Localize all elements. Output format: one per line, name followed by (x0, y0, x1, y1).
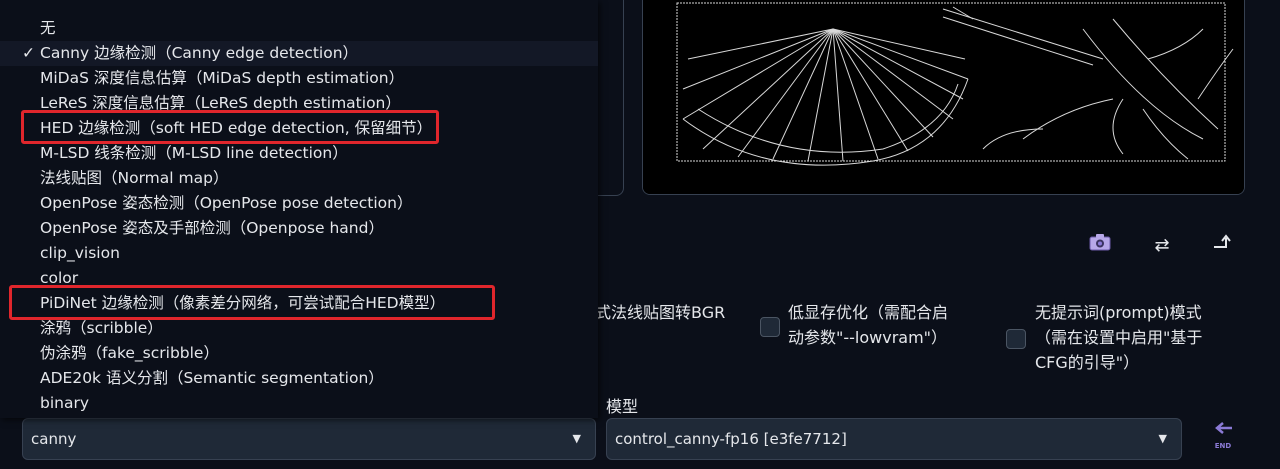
dropdown-option-selected[interactable]: ✓ Canny 边缘检测（Canny edge detection） (0, 41, 598, 66)
low-vram-label-line2: 动参数"--lowvram"） (788, 328, 948, 347)
check-icon: ✓ (22, 44, 35, 62)
model-label: 模型 (606, 397, 639, 416)
dropdown-option[interactable]: 伪涂鸦（fake_scribble） (0, 341, 598, 366)
guess-mode-checkbox[interactable] (1006, 329, 1026, 349)
send-up-icon[interactable] (1208, 232, 1236, 260)
annotation-highlight-pidinet (9, 285, 495, 320)
chevron-down-icon: ▼ (572, 432, 581, 445)
dropdown-option[interactable]: ADE20k 语义分割（Semantic segmentation） (0, 366, 598, 391)
model-select[interactable]: control_canny-fp16 [e3fe7712] ▼ (606, 418, 1182, 460)
camera-icon[interactable] (1086, 232, 1114, 260)
dropdown-option[interactable]: 无 (0, 16, 598, 41)
model-select-value: control_canny-fp16 [e3fe7712] (615, 430, 847, 448)
dropdown-option[interactable]: binary (0, 391, 598, 416)
swap-icon[interactable]: ⇄ (1148, 232, 1176, 260)
preprocessor-select-value: canny (31, 430, 77, 448)
preprocessor-select[interactable]: canny ▼ (22, 418, 596, 460)
end-label: END (1214, 442, 1232, 450)
low-vram-checkbox[interactable] (760, 317, 780, 337)
preprocessor-dropdown-list[interactable]: 无 ✓ Canny 边缘检测（Canny edge detection） MiDa… (0, 0, 598, 418)
annotation-highlight-hed (21, 110, 439, 144)
guess-mode-label-line2: （需在设置中启用"基于 (1035, 328, 1203, 347)
guess-mode-label-line1: 无提示词(prompt)模式 (1035, 303, 1202, 322)
low-vram-label-line1: 低显存优化（需配合启 (788, 303, 949, 322)
dropdown-option[interactable]: clip_vision (0, 241, 598, 266)
dropdown-option[interactable]: M-LSD 线条检测（M-LSD line detection） (0, 141, 598, 166)
chevron-down-icon: ▼ (1158, 432, 1167, 445)
dropdown-option[interactable]: 法线贴图（Normal map） (0, 166, 598, 191)
dropdown-option[interactable]: OpenPose 姿态检测（OpenPose pose detection） (0, 191, 598, 216)
dropdown-option[interactable]: MiDaS 深度信息估算（MiDaS depth estimation） (0, 66, 598, 91)
dropdown-option[interactable]: OpenPose 姿态及手部检测（Openpose hand） (0, 216, 598, 241)
end-button[interactable]: END (1206, 422, 1240, 456)
edge-map-image (643, 0, 1244, 194)
arrow-left-icon (1215, 422, 1232, 434)
normal-bgr-label: 式法线贴图转BGR (595, 303, 726, 322)
canny-preview-image (642, 0, 1245, 195)
guess-mode-label-line3: CFG的引导"） (1035, 353, 1140, 372)
